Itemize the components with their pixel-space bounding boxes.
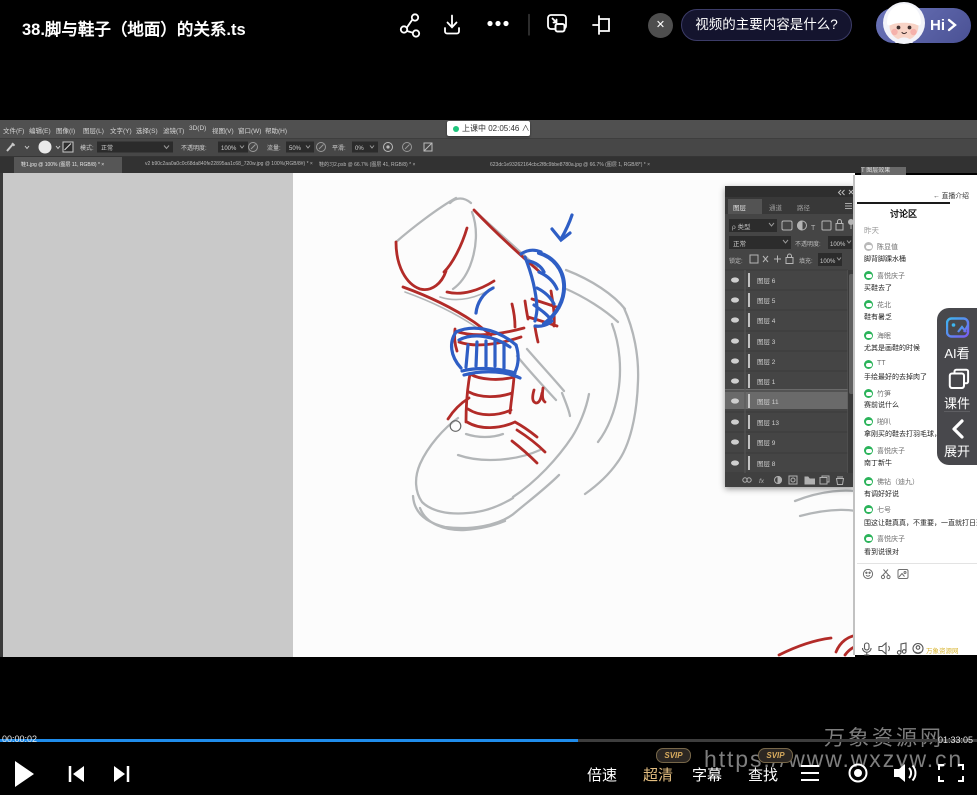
svg-text:流量:: 流量: — [267, 144, 281, 152]
svg-text:路径: 路径 — [797, 203, 811, 212]
svg-text:图层 3: 图层 3 — [757, 338, 776, 346]
svg-text:图层 6: 图层 6 — [757, 277, 776, 285]
svg-text:0%: 0% — [355, 146, 364, 152]
svg-text:图层 13: 图层 13 — [757, 419, 779, 427]
svg-text:万象资源网: 万象资源网 — [926, 646, 959, 655]
svg-text:图层 8: 图层 8 — [757, 460, 776, 468]
svg-text:填充:: 填充: — [799, 257, 813, 265]
svg-text:锁定:: 锁定: — [729, 257, 743, 265]
svg-text:图层 4: 图层 4 — [757, 317, 776, 325]
svg-text:100%: 100% — [820, 259, 836, 265]
svg-text:图层 5: 图层 5 — [757, 297, 776, 305]
svg-text:100%: 100% — [830, 242, 846, 248]
svg-text:正常: 正常 — [101, 144, 113, 152]
svg-text:fx: fx — [759, 478, 765, 485]
svg-text:图层 11: 图层 11 — [757, 398, 779, 406]
svg-text:不透明度:: 不透明度: — [795, 240, 821, 248]
svg-text:图层 2: 图层 2 — [757, 358, 776, 366]
svg-text:图层 1: 图层 1 — [757, 378, 776, 386]
svg-text:T: T — [811, 225, 816, 232]
svg-text:模式:: 模式: — [80, 144, 94, 152]
svg-text:100%: 100% — [221, 146, 237, 152]
svg-text:正常: 正常 — [733, 239, 746, 248]
svg-text:通道: 通道 — [769, 203, 783, 212]
svg-text:平滑:: 平滑: — [332, 144, 346, 152]
svg-text:50%: 50% — [289, 146, 302, 152]
svg-text:不透明度:: 不透明度: — [181, 144, 207, 152]
svg-text:图层: 图层 — [733, 204, 747, 212]
svg-text:图层 9: 图层 9 — [757, 439, 776, 447]
svg-text:ρ 类型: ρ 类型 — [732, 222, 751, 231]
